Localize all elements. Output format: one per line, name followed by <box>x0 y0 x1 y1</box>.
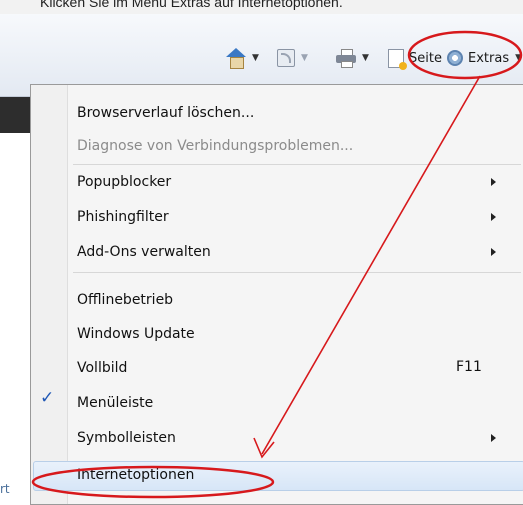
annotation-arrowhead <box>253 437 275 459</box>
annotation-arrow-line <box>261 75 481 455</box>
annotation-ellipse <box>31 465 275 499</box>
annotation-ellipse <box>407 30 523 80</box>
annotation-overlay <box>31 30 523 499</box>
